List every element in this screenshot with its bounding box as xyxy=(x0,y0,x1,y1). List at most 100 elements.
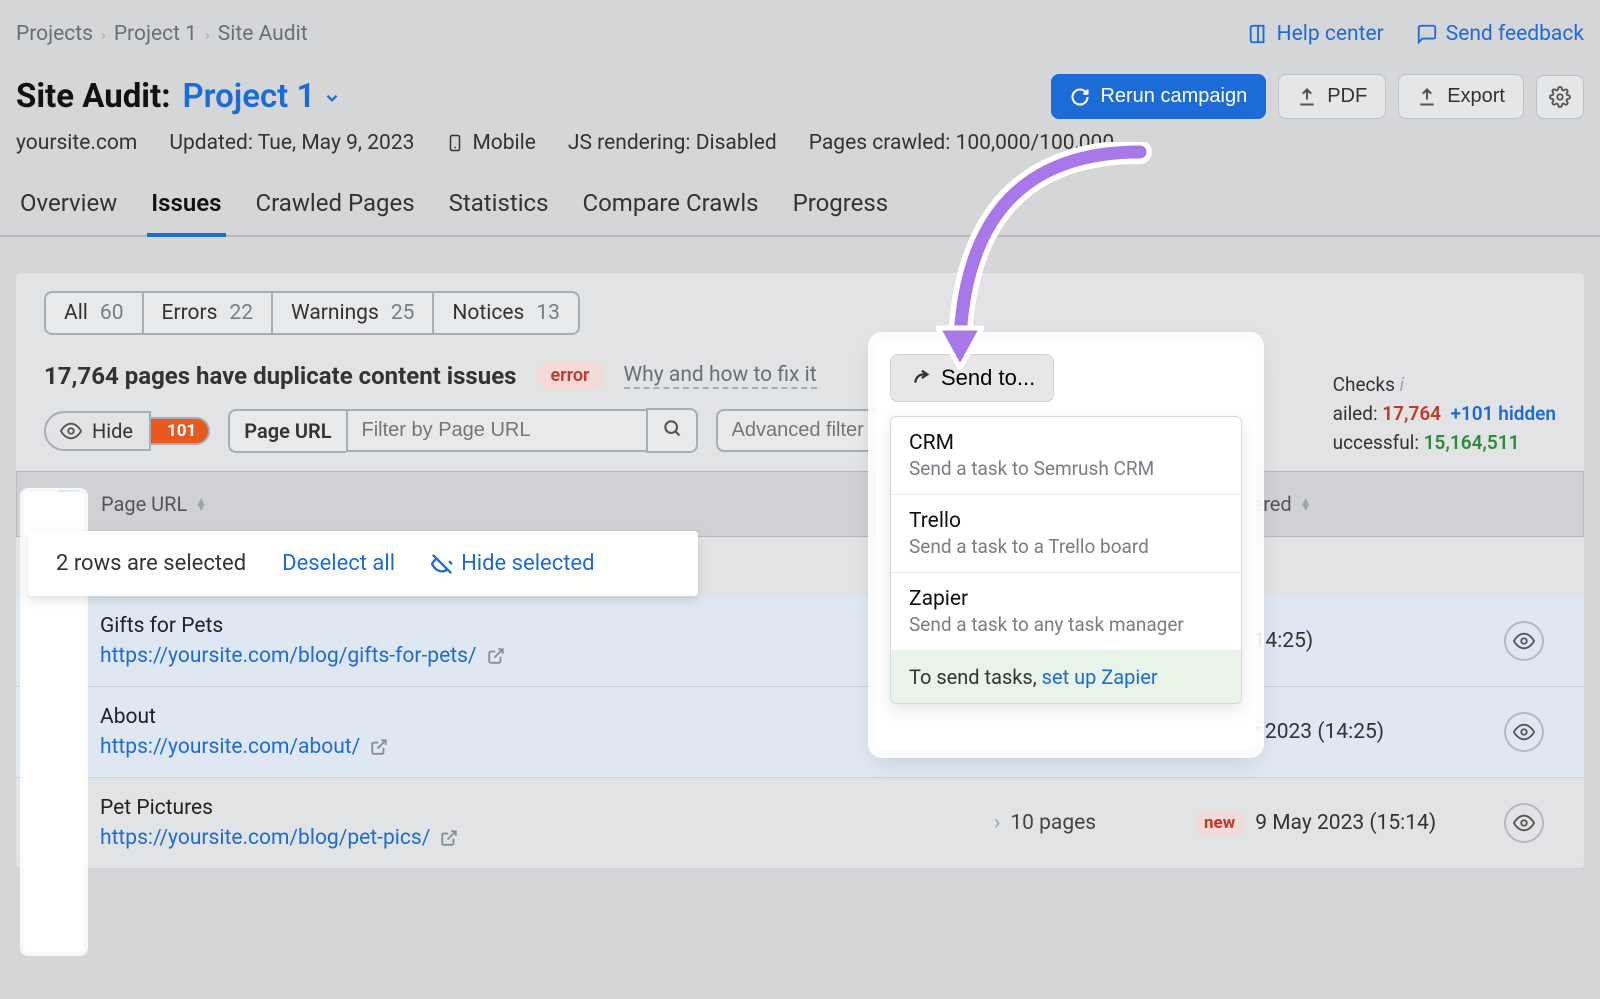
title-prefix: Site Audit: xyxy=(16,77,171,116)
chevron-down-icon xyxy=(323,77,341,116)
checks-failed-value: 17,764 xyxy=(1382,402,1441,425)
export-button[interactable]: Export xyxy=(1398,74,1524,119)
checks-success-value: 15,164,511 xyxy=(1424,431,1520,454)
domain-text: yoursite.com xyxy=(16,131,137,155)
share-arrow-icon xyxy=(909,367,931,389)
help-center-label: Help center xyxy=(1277,22,1384,46)
table-row: Gifts for Pets https://yoursite.com/blog… xyxy=(16,596,1584,687)
breadcrumb-projects[interactable]: Projects xyxy=(16,22,93,46)
checks-success-label: uccessful: xyxy=(1333,431,1424,454)
hide-button[interactable]: Hide xyxy=(44,411,151,451)
table-row: Pet Pictures https://yoursite.com/blog/p… xyxy=(16,778,1584,869)
project-name: Project 1 xyxy=(183,77,316,116)
device-text: Mobile xyxy=(446,131,535,155)
upload-icon xyxy=(1297,87,1317,107)
tab-crawled-pages[interactable]: Crawled Pages xyxy=(252,179,419,235)
error-badge: error xyxy=(536,361,603,390)
issue-filter-pills: All 60 Errors 22 Warnings 25 Notices 13 xyxy=(16,291,1584,335)
pill-notices[interactable]: Notices 13 xyxy=(434,291,580,335)
row-url-link[interactable]: https://yoursite.com/blog/gifts-for-pets… xyxy=(100,644,477,668)
row-title: About xyxy=(100,705,994,729)
pages-crawled-text: Pages crawled: 100,000/100,000 xyxy=(809,131,1114,155)
row-date: 9 May 2023 (15:14) xyxy=(1255,811,1436,835)
row-pages: 10 pages xyxy=(1010,811,1096,835)
checks-hidden-link[interactable]: +101 hidden xyxy=(1450,402,1556,425)
breadcrumb-current: Site Audit xyxy=(218,22,308,46)
pdf-button[interactable]: PDF xyxy=(1278,74,1386,119)
settings-button[interactable] xyxy=(1536,75,1584,119)
tab-progress[interactable]: Progress xyxy=(789,179,893,235)
issue-headline: 17,764 pages have duplicate content issu… xyxy=(44,362,516,390)
tab-compare-crawls[interactable]: Compare Crawls xyxy=(578,179,762,235)
chat-icon xyxy=(1416,23,1438,45)
new-badge: new xyxy=(1194,811,1245,835)
tab-overview[interactable]: Overview xyxy=(16,179,121,235)
chevron-right-icon: › xyxy=(994,811,1000,835)
tabs: Overview Issues Crawled Pages Statistics… xyxy=(0,179,1600,237)
search-button[interactable] xyxy=(646,408,698,453)
row-url-link[interactable]: https://yoursite.com/blog/pet-pics/ xyxy=(100,826,430,850)
sendto-popover: Send to... CRM Send a task to Semrush CR… xyxy=(876,340,1256,750)
eye-off-icon xyxy=(431,553,453,575)
sendto-option-zapier[interactable]: Zapier Send a task to any task manager xyxy=(891,573,1241,651)
checks-summary: Checks i ailed: 17,764 +101 hidden ucces… xyxy=(1333,373,1556,460)
book-icon xyxy=(1247,23,1269,45)
checks-failed-label: ailed: xyxy=(1333,402,1383,425)
send-to-button[interactable]: Send to... xyxy=(890,354,1054,402)
table-row: About https://yoursite.com/about/ ›1 pag… xyxy=(16,687,1584,778)
selection-count-text: 2 rows are selected xyxy=(56,551,246,576)
how-to-fix-link[interactable]: Why and how to fix it xyxy=(624,363,817,389)
advanced-filter-input[interactable] xyxy=(716,409,896,452)
setup-zapier-link[interactable]: set up Zapier xyxy=(1042,665,1158,689)
pageurl-field-label: Page URL xyxy=(228,409,345,453)
send-feedback-link[interactable]: Send feedback xyxy=(1416,22,1584,46)
row-view-button[interactable] xyxy=(1504,712,1544,752)
chevron-right-icon: › xyxy=(205,25,210,44)
column-page-url[interactable]: Page URL ▲▼ xyxy=(101,492,993,516)
export-label: Export xyxy=(1447,85,1505,108)
hide-count-badge: 101 xyxy=(151,417,210,445)
sendto-dropdown: CRM Send a task to Semrush CRM Trello Se… xyxy=(890,416,1242,704)
help-center-link[interactable]: Help center xyxy=(1247,22,1384,46)
page-title: Site Audit: Project 1 xyxy=(16,77,341,116)
pill-all[interactable]: All 60 xyxy=(44,291,144,335)
external-link-icon[interactable] xyxy=(440,829,458,847)
rerun-campaign-button[interactable]: Rerun campaign xyxy=(1051,74,1266,119)
pill-errors[interactable]: Errors 22 xyxy=(144,291,274,335)
updated-text: Updated: Tue, May 9, 2023 xyxy=(169,131,414,155)
sort-icon: ▲▼ xyxy=(1300,498,1312,510)
breadcrumb: Projects › Project 1 › Site Audit xyxy=(16,22,308,46)
upload-icon xyxy=(1417,87,1437,107)
chevron-right-icon: › xyxy=(101,25,106,44)
row-title: Pet Pictures xyxy=(100,796,994,820)
tab-statistics[interactable]: Statistics xyxy=(445,179,553,235)
row-view-button[interactable] xyxy=(1504,803,1544,843)
search-icon xyxy=(662,418,682,438)
selection-bar: 2 rows are selected Deselect all Hide se… xyxy=(28,531,698,596)
external-link-icon[interactable] xyxy=(370,738,388,756)
table-header: Page URL ▲▼ Discovered ▲▼ xyxy=(16,471,1584,537)
info-icon[interactable]: i xyxy=(1400,373,1404,396)
hide-selected-link[interactable]: Hide selected xyxy=(431,551,594,576)
sendto-option-trello[interactable]: Trello Send a task to a Trello board xyxy=(891,495,1241,573)
row-view-button[interactable] xyxy=(1504,621,1544,661)
row-url-link[interactable]: https://yoursite.com/about/ xyxy=(100,735,360,759)
sendto-option-crm[interactable]: CRM Send a task to Semrush CRM xyxy=(891,417,1241,495)
eye-icon xyxy=(60,420,82,442)
sort-icon: ▲▼ xyxy=(195,498,207,510)
row-title: Gifts for Pets xyxy=(100,614,994,638)
send-feedback-label: Send feedback xyxy=(1446,22,1584,46)
pageurl-filter-input[interactable] xyxy=(346,409,646,452)
send-to-label: Send to... xyxy=(941,365,1035,391)
tab-issues[interactable]: Issues xyxy=(147,179,225,237)
gear-icon xyxy=(1549,86,1571,108)
project-selector[interactable]: Project 1 xyxy=(183,77,342,116)
refresh-icon xyxy=(1070,87,1090,107)
external-link-icon[interactable] xyxy=(487,647,505,665)
pill-warnings[interactable]: Warnings 25 xyxy=(273,291,434,335)
js-rendering-text: JS rendering: Disabled xyxy=(568,131,777,155)
breadcrumb-project[interactable]: Project 1 xyxy=(114,22,197,46)
rerun-label: Rerun campaign xyxy=(1100,85,1247,108)
deselect-all-link[interactable]: Deselect all xyxy=(282,551,395,576)
sendto-footer: To send tasks, set up Zapier xyxy=(891,651,1241,703)
